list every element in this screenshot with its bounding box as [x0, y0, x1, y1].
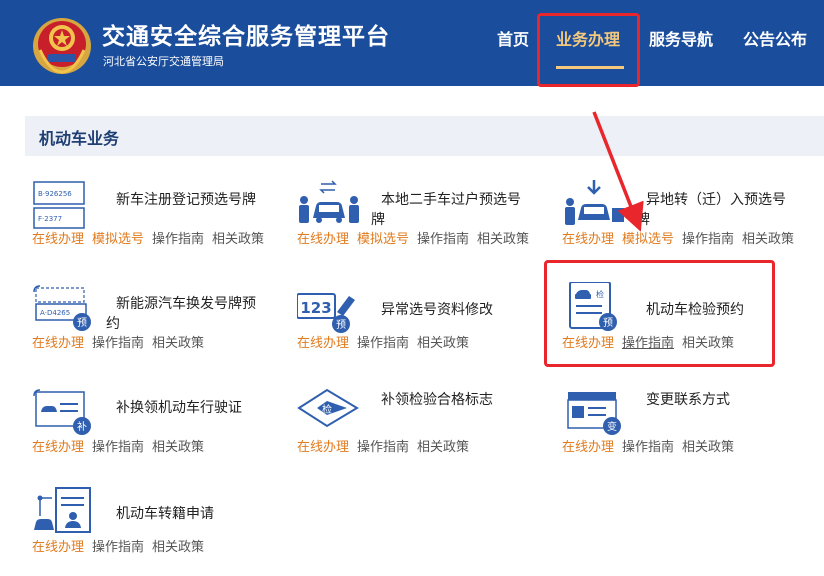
number-edit-icon: 123 预	[297, 293, 355, 333]
online-apply-link[interactable]: 在线办理	[297, 232, 349, 247]
guide-link[interactable]: 操作指南	[357, 440, 409, 455]
online-apply-link[interactable]: 在线办理	[562, 232, 614, 247]
nav-service-guide[interactable]: 服务导航	[649, 26, 713, 50]
license-icon: 补	[33, 389, 91, 435]
service-card-inspection-mark: 检 补领检验合格标志 在线办理 操作指南 相关政策	[297, 386, 552, 476]
simulate-select-link[interactable]: 模拟选号	[92, 232, 144, 247]
service-card-new-car-plate: B·926256 F·2377 新车注册登记预选号牌 在线办理 模拟选号 操作指南相…	[32, 178, 287, 268]
online-apply-link[interactable]: 在线办理	[297, 440, 349, 455]
service-card-new-energy-plate: A·D4265 预 新能源汽车换发号牌预约 在线办理 操作指南 相关政策	[32, 282, 287, 372]
section-header: 机动车业务	[25, 116, 824, 156]
policy-link[interactable]: 相关政策	[417, 336, 469, 351]
policy-link[interactable]: 相关政策	[152, 336, 204, 351]
service-card-transfer-registration: 机动车转籍申请 在线办理 操作指南 相关政策	[32, 486, 287, 576]
site-subtitle: 河北省公安厅交通管理局	[103, 55, 224, 68]
service-name: 异地转（迁）入预选号牌	[636, 192, 786, 228]
service-card-contact-change: 变 变更联系方式 在线办理 操作指南 相关政策	[562, 386, 817, 476]
guide-link[interactable]: 操作指南	[92, 540, 144, 555]
policy-link[interactable]: 相关政策	[477, 232, 529, 247]
svg-text:补: 补	[77, 420, 87, 433]
guide-link[interactable]: 操作指南	[152, 232, 204, 247]
service-name: 新车注册登记预选号牌	[116, 192, 256, 208]
online-apply-link[interactable]: 在线办理	[32, 336, 84, 351]
svg-text:检: 检	[322, 403, 332, 416]
policy-link[interactable]: 相关政策	[742, 232, 794, 247]
guide-link[interactable]: 操作指南	[417, 232, 469, 247]
nav-home[interactable]: 首页	[497, 26, 529, 50]
svg-text:预: 预	[336, 319, 346, 331]
policy-link[interactable]: 相关政策	[417, 440, 469, 455]
service-name: 本地二手车过户预选号牌	[371, 192, 521, 228]
card-highlight-box	[544, 260, 775, 367]
service-name: 异常选号资料修改	[381, 302, 493, 318]
service-card-move-in: 异地转（迁）入预选号牌 在线办理 模拟选号 操作指南 相关政策	[562, 178, 817, 268]
section-title: 机动车业务	[39, 129, 120, 148]
site-header: 交通安全综合服务管理平台 河北省公安厅交通管理局 首页 业务办理 服务导航 公告…	[0, 0, 824, 86]
svg-text:变: 变	[607, 420, 617, 433]
new-energy-plate-icon: A·D4265 预	[33, 285, 91, 331]
svg-text:预: 预	[77, 317, 87, 329]
move-in-car-icon	[565, 180, 624, 225]
transfer-registration-icon	[34, 487, 91, 533]
online-apply-link[interactable]: 在线办理	[32, 232, 84, 247]
guide-link[interactable]: 操作指南	[92, 440, 144, 455]
service-name: 补换领机动车行驶证	[116, 400, 242, 416]
policy-link[interactable]: 相关政策	[682, 440, 734, 455]
policy-link[interactable]: 相关政策	[152, 540, 204, 555]
service-card-driving-license: 补 补换领机动车行驶证 在线办理 操作指南 相关政策	[32, 386, 287, 476]
simulate-select-link[interactable]: 模拟选号	[357, 232, 409, 247]
svg-text:123: 123	[300, 299, 331, 317]
guide-link[interactable]: 操作指南	[622, 440, 674, 455]
service-card-used-car-transfer: 本地二手车过户预选号牌 在线办理 模拟选号 操作指南 相关政策	[297, 178, 552, 268]
service-name: 补领检验合格标志	[381, 392, 493, 408]
transfer-car-icon	[299, 180, 359, 223]
inspection-mark-icon: 检	[297, 388, 359, 428]
contact-change-icon: 变	[567, 392, 621, 435]
service-name: 机动车转籍申请	[116, 506, 214, 522]
online-apply-link[interactable]: 在线办理	[297, 336, 349, 351]
policy-link[interactable]: 相关政策	[152, 440, 204, 455]
online-apply-link[interactable]: 在线办理	[562, 440, 614, 455]
online-apply-link[interactable]: 在线办理	[32, 440, 84, 455]
nav-announcement[interactable]: 公告公布	[743, 26, 807, 50]
police-emblem-icon	[33, 18, 91, 74]
plate-icon: B·926256 F·2377	[33, 181, 85, 229]
svg-text:F·2377: F·2377	[38, 215, 62, 223]
svg-text:B·926256: B·926256	[38, 190, 72, 198]
online-apply-link[interactable]: 在线办理	[32, 540, 84, 555]
guide-link[interactable]: 操作指南	[357, 336, 409, 351]
simulate-select-link[interactable]: 模拟选号	[622, 232, 674, 247]
service-name: 变更联系方式	[646, 392, 730, 408]
guide-link[interactable]: 操作指南	[92, 336, 144, 351]
svg-text:A·D4265: A·D4265	[40, 309, 70, 317]
guide-link[interactable]: 操作指南	[682, 232, 734, 247]
nav-highlight-box	[537, 13, 640, 87]
site-title: 交通安全综合服务管理平台	[102, 24, 390, 50]
service-name: 新能源汽车换发号牌预约	[106, 296, 256, 332]
service-card-abnormal-number: 123 预 异常选号资料修改 在线办理 操作指南 相关政策	[297, 282, 552, 372]
policy-link[interactable]: 相关政策	[212, 232, 264, 247]
